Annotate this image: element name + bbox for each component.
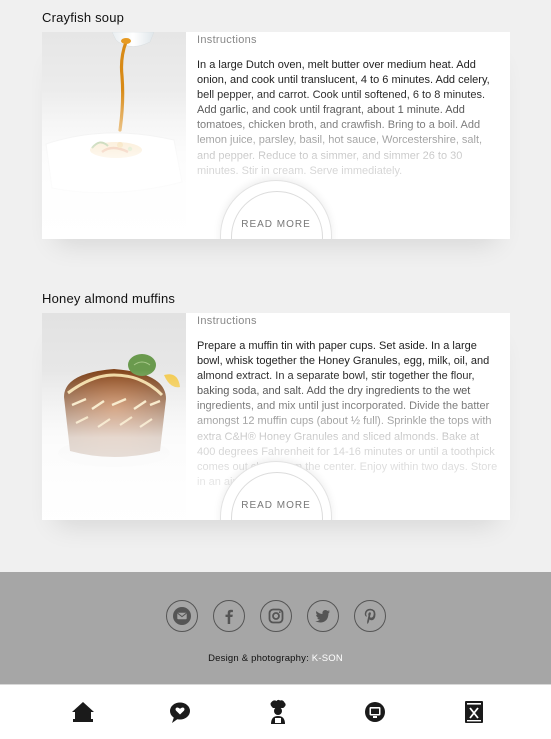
recipe-instructions: Prepare a muffin tin with paper cups. Se… [197,340,498,488]
pinterest-icon[interactable] [353,600,386,632]
recipe-instructions: In a large Dutch oven, melt butter over … [197,59,490,177]
recipe-title: Crayfish soup [42,10,125,25]
recipe-crayfish-soup: Crayfish soup Instructions In a large Du… [42,10,510,239]
mail-icon[interactable] [165,600,198,632]
instructions-label: Instructions [197,34,257,46]
recipe-image[interactable] [42,32,186,239]
facebook-icon[interactable] [212,600,245,632]
read-more-label: READ MORE [241,219,311,230]
recipe-card: Instructions Prepare a muffin tin with p… [42,313,510,520]
recipe-honey-almond-muffins: Honey almond muffins Instructions Prepar… [42,291,510,520]
home-icon[interactable] [70,699,96,725]
credits: Design & photography: K-SON [0,653,551,664]
social-links [0,600,551,632]
heart-chat-icon[interactable] [167,699,193,725]
instagram-icon[interactable] [259,600,292,632]
recipe-book-icon[interactable] [461,699,487,725]
instructions-label: Instructions [197,315,257,327]
twitter-icon[interactable] [306,600,339,632]
read-more-label: READ MORE [241,500,311,511]
footer: Design & photography: K-SON [0,572,551,684]
recipe-image[interactable] [42,313,186,520]
recipe-card: Instructions In a large Dutch oven, melt… [42,32,510,239]
chef-icon[interactable] [265,699,291,725]
credits-label: Design & photography: [208,653,309,664]
credits-author-link[interactable]: K-SON [312,653,343,664]
restaurant-icon[interactable] [362,699,388,725]
bottom-nav [0,684,551,739]
recipe-title: Honey almond muffins [42,291,176,306]
